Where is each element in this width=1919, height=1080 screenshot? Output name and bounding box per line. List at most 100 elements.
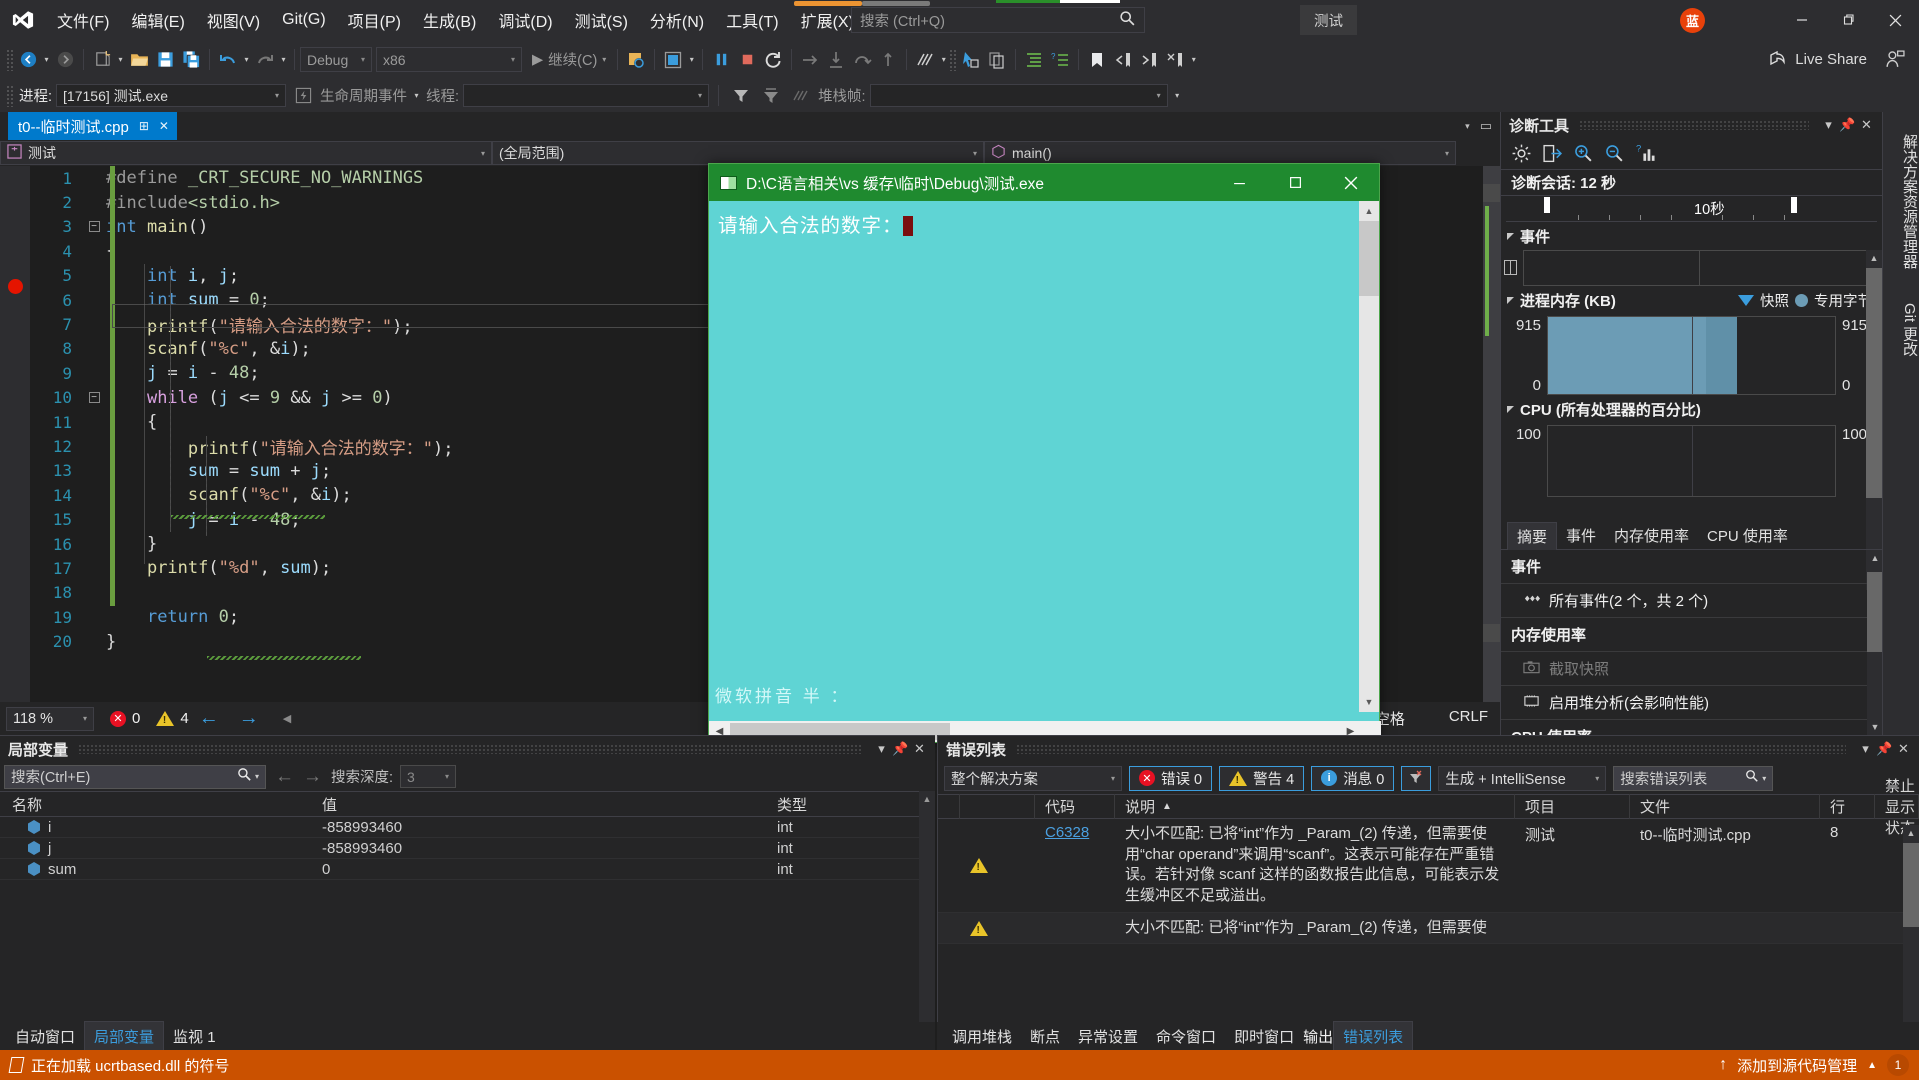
column-type[interactable]: 类型 <box>765 794 935 815</box>
tab-autos[interactable]: 自动窗口 <box>6 1022 84 1051</box>
zoom-in-icon[interactable] <box>1569 141 1597 167</box>
build-filter-combo[interactable]: 生成 + IntelliSense ▾ <box>1438 765 1607 791</box>
menu-tools[interactable]: 工具(T) <box>715 0 789 40</box>
live-visual-tree-dropdown[interactable]: ▾ <box>686 47 697 73</box>
save-icon[interactable] <box>152 47 178 73</box>
summary-all-events[interactable]: 所有事件(2 个，共 2 个) <box>1501 584 1883 618</box>
flag-filter-icon[interactable] <box>728 83 754 109</box>
pin-icon[interactable]: ⊞ <box>139 119 149 133</box>
line-ending-label[interactable]: CRLF <box>1449 708 1488 729</box>
diff-dropdown[interactable]: ▾ <box>938 47 949 73</box>
next-bookmark-icon[interactable] <box>1136 47 1162 73</box>
breakpoint-gutter[interactable] <box>0 166 30 702</box>
scroll-up-icon[interactable]: ▲ <box>1359 201 1379 221</box>
tab-watch-1[interactable]: 监视 1 <box>164 1022 225 1051</box>
menu-project[interactable]: 项目(P) <box>337 0 412 40</box>
scrollbar-up-arrow[interactable] <box>1483 184 1500 202</box>
dock-git-changes[interactable]: Git 更改 <box>1883 291 1919 368</box>
redo-icon[interactable] <box>252 47 278 73</box>
new-project-icon[interactable] <box>89 47 115 73</box>
editor-warning-count[interactable]: 4 <box>156 710 189 727</box>
summary-take-snapshot[interactable]: 截取快照 <box>1501 652 1883 686</box>
live-visual-tree-icon[interactable] <box>660 47 686 73</box>
diagnostic-scroll-thumb[interactable] <box>1866 268 1882 498</box>
panel-menu-icon[interactable]: ▾ <box>1856 738 1875 760</box>
caret-up-icon[interactable]: ▲ <box>1867 1060 1877 1071</box>
show-next-statement-icon[interactable] <box>797 47 823 73</box>
tab-t0-temp-test-cpp[interactable]: t0--临时测试.cpp ⊞ ✕ <box>8 112 177 140</box>
continue-button[interactable]: ▶ 继续(C) ▾ <box>526 47 612 73</box>
live-share-session-icon[interactable] <box>1884 40 1905 79</box>
previous-bookmark-icon[interactable] <box>1110 47 1136 73</box>
locals-value-cell[interactable]: -858993460 <box>310 840 765 857</box>
open-file-icon[interactable] <box>126 47 152 73</box>
prev-issue-arrow-icon[interactable]: ← <box>189 707 229 730</box>
debugbar-overflow[interactable]: ▾ <box>1172 83 1183 109</box>
source-control-label[interactable]: 添加到源代码管理 <box>1737 1055 1857 1076</box>
panel-menu-icon[interactable]: ▾ <box>872 738 891 760</box>
editor-error-count[interactable]: ✕ 0 <box>110 710 140 727</box>
tab-breakpoints[interactable]: 断点 <box>1021 1022 1069 1051</box>
error-scope-combo[interactable]: 整个解决方案 ▾ <box>944 765 1122 791</box>
error-scroll-thumb[interactable] <box>1903 843 1919 927</box>
column-file[interactable]: 文件 <box>1630 794 1820 819</box>
messages-filter-chip[interactable]: i 消息 0 <box>1311 765 1395 791</box>
table-row[interactable]: j -858993460 int <box>0 838 935 859</box>
navigate-forward-icon[interactable] <box>52 47 78 73</box>
pause-icon[interactable] <box>708 47 734 73</box>
tab-summary[interactable]: 摘要 <box>1507 521 1558 550</box>
next-issue-arrow-icon[interactable]: → <box>229 707 269 730</box>
menu-test[interactable]: 测试(S) <box>564 0 639 40</box>
chart-help-icon[interactable]: ? <box>1631 141 1659 167</box>
step-out-icon[interactable] <box>875 47 901 73</box>
scroll-down-icon[interactable]: ▼ <box>1867 719 1883 735</box>
search-depth-stepper[interactable]: 3 ▾ <box>400 765 457 788</box>
cpu-section-header[interactable]: CPU (所有处理器的百分比) <box>1501 395 1882 423</box>
nav-scope-combo[interactable]: (全局范围) ▾ <box>492 141 984 165</box>
search-icon[interactable] <box>237 767 252 786</box>
process-combo[interactable]: [17156] 测试.exe ▾ <box>56 84 287 107</box>
breakpoint-line-7[interactable] <box>8 279 23 294</box>
zoom-level-select[interactable]: 118 % ▾ <box>6 706 94 731</box>
panel-menu-icon[interactable]: ▾ <box>1819 114 1838 136</box>
flag-filter-off-icon[interactable] <box>758 83 784 109</box>
console-output-area[interactable]: 请输入合法的数字： 微软拼音 半 ： ▲ ▼ <box>709 201 1379 712</box>
menu-git[interactable]: Git(G) <box>271 0 337 40</box>
editor-vertical-scrollbar[interactable] <box>1483 166 1500 702</box>
nav-project-combo[interactable]: 测试 ▾ <box>0 141 492 165</box>
column-value[interactable]: 值 <box>310 794 765 815</box>
nav-function-combo[interactable]: main() ▾ <box>984 141 1456 165</box>
step-over-icon[interactable] <box>849 47 875 73</box>
navigate-back-dropdown[interactable]: ▾ <box>41 47 52 73</box>
console-close-button[interactable] <box>1323 164 1379 201</box>
diagnostic-timeline[interactable]: 10秒 <box>1506 196 1877 222</box>
tab-command-window[interactable]: 命令窗口 <box>1147 1022 1225 1051</box>
settings-gear-icon[interactable] <box>1507 141 1535 167</box>
menu-build[interactable]: 生成(B) <box>412 0 487 40</box>
table-row[interactable]: i -858993460 int <box>0 817 935 838</box>
close-button[interactable] <box>1872 0 1919 40</box>
toolbar-grip-2[interactable] <box>949 48 959 71</box>
bookmarks-overflow[interactable]: ▾ <box>1188 47 1199 73</box>
tab-exception-settings[interactable]: 异常设置 <box>1069 1022 1147 1051</box>
maximize-restore-button[interactable] <box>1825 0 1872 40</box>
table-row[interactable]: 大小不匹配: 已将“int”作为 _Param_(2) 传递，但需要使 <box>938 912 1919 945</box>
fold-toggle[interactable]: − <box>82 392 106 404</box>
redo-dropdown[interactable]: ▾ <box>278 47 289 73</box>
clear-bookmarks-icon[interactable] <box>1162 47 1188 73</box>
error-list-scrollbar[interactable]: ▲ <box>1903 825 1919 1023</box>
search-prev-icon[interactable]: ← <box>266 766 303 788</box>
console-minimize-button[interactable] <box>1211 164 1267 201</box>
menu-view[interactable]: 视图(V) <box>196 0 271 40</box>
pin-icon[interactable]: 📌 <box>1875 738 1894 760</box>
pin-icon[interactable]: 📌 <box>1838 114 1857 136</box>
code-cell[interactable] <box>1035 913 1115 944</box>
search-icon[interactable] <box>1745 769 1759 787</box>
tab-cpu-usage[interactable]: CPU 使用率 <box>1698 522 1797 549</box>
unwind-icon[interactable] <box>788 83 814 109</box>
chevron-down-icon[interactable]: ▾ <box>255 772 259 781</box>
menu-analyze[interactable]: 分析(N) <box>639 0 715 40</box>
tab-locals[interactable]: 局部变量 <box>84 1021 165 1051</box>
clear-filter-button[interactable] <box>1401 765 1432 791</box>
avatar[interactable]: 蓝 <box>1680 8 1705 33</box>
